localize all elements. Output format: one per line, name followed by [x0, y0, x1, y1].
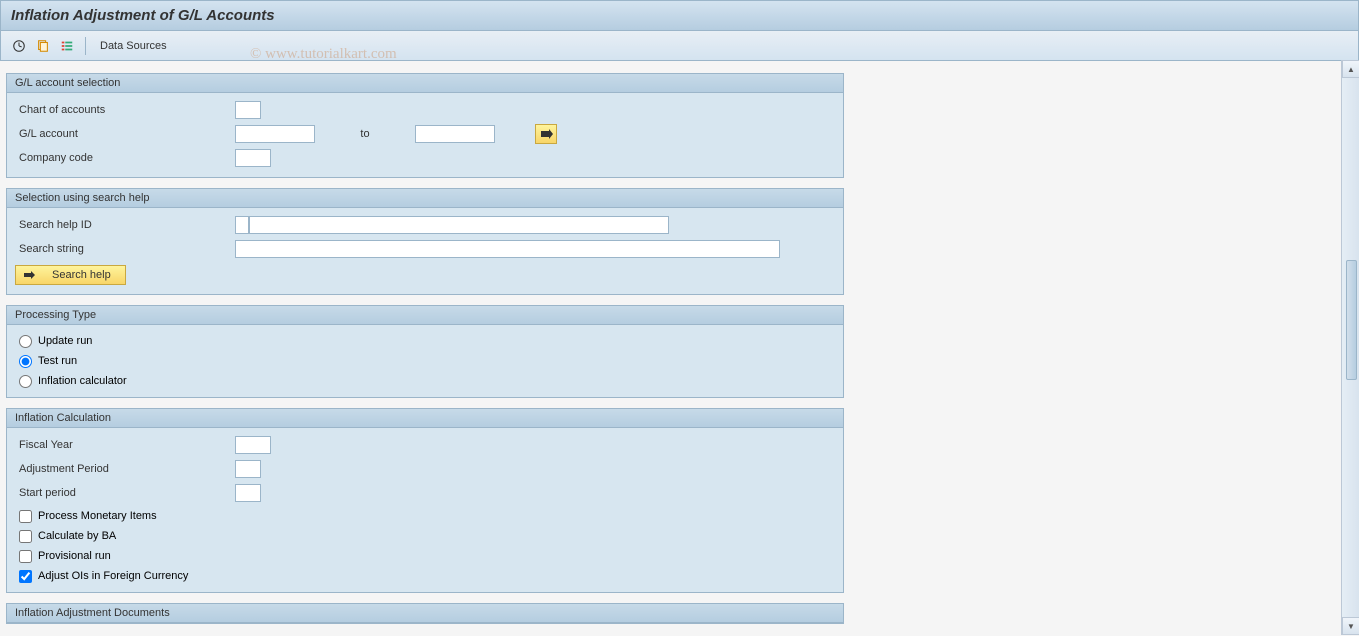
scroll-up-arrow[interactable]: ▲ [1342, 60, 1359, 78]
variant-icon[interactable] [33, 36, 53, 56]
label-adjustment-period: Adjustment Period [15, 463, 235, 475]
group-inflation-calculation: Inflation Calculation Fiscal Year Adjust… [6, 408, 844, 593]
checkbox-provisional-run[interactable] [19, 550, 32, 563]
group-processing-type: Processing Type Update run Test run Infl… [6, 305, 844, 398]
vertical-scrollbar[interactable]: ▲ ▼ [1341, 60, 1359, 635]
input-fiscal-year[interactable] [235, 436, 271, 454]
label-test-run: Test run [38, 355, 77, 367]
input-company-code[interactable] [235, 149, 271, 167]
label-provisional-run: Provisional run [38, 550, 111, 562]
main-panel: G/L account selection Chart of accounts … [0, 61, 850, 636]
radio-update-run[interactable] [19, 335, 32, 348]
label-calculate-ba: Calculate by BA [38, 530, 116, 542]
toolbar: Data Sources [0, 31, 1359, 61]
list-icon[interactable] [57, 36, 77, 56]
group-gl-selection-header: G/L account selection [7, 74, 843, 93]
input-start-period[interactable] [235, 484, 261, 502]
checkbox-calculate-ba[interactable] [19, 530, 32, 543]
data-sources-label[interactable]: Data Sources [94, 40, 173, 52]
input-gl-account-from[interactable] [235, 125, 315, 143]
scroll-down-arrow[interactable]: ▼ [1342, 617, 1359, 635]
input-adjustment-period[interactable] [235, 460, 261, 478]
label-gl-account: G/L account [15, 128, 235, 140]
radio-inflation-calculator[interactable] [19, 375, 32, 388]
checkbox-process-monetary[interactable] [19, 510, 32, 523]
label-company-code: Company code [15, 152, 235, 164]
input-gl-account-to[interactable] [415, 125, 495, 143]
radio-test-run[interactable] [19, 355, 32, 368]
label-fiscal-year: Fiscal Year [15, 439, 235, 451]
label-to: to [315, 128, 415, 140]
group-inflation-calculation-header: Inflation Calculation [7, 409, 843, 428]
group-gl-selection: G/L account selection Chart of accounts … [6, 73, 844, 178]
input-search-help-id[interactable] [249, 216, 669, 234]
input-chart-of-accounts[interactable] [235, 101, 261, 119]
checkbox-adjust-ois[interactable] [19, 570, 32, 583]
input-search-help-id-short[interactable] [235, 216, 249, 234]
search-help-button[interactable]: Search help [15, 265, 126, 285]
label-search-string: Search string [15, 243, 235, 255]
page-title: Inflation Adjustment of G/L Accounts [0, 0, 1359, 31]
group-search-help-header: Selection using search help [7, 189, 843, 208]
group-inflation-documents-header: Inflation Adjustment Documents [7, 604, 843, 623]
scroll-thumb[interactable] [1346, 260, 1357, 380]
label-adjust-ois: Adjust OIs in Foreign Currency [38, 570, 188, 582]
group-processing-type-header: Processing Type [7, 306, 843, 325]
content-area: G/L account selection Chart of accounts … [0, 61, 1359, 636]
label-search-help-id: Search help ID [15, 219, 235, 231]
page-title-text: Inflation Adjustment of G/L Accounts [11, 7, 275, 24]
multi-selection-button[interactable] [535, 124, 557, 144]
label-chart-of-accounts: Chart of accounts [15, 104, 235, 116]
label-inflation-calculator: Inflation calculator [38, 375, 127, 387]
input-search-string[interactable] [235, 240, 780, 258]
search-help-button-label: Search help [52, 269, 111, 281]
group-inflation-documents: Inflation Adjustment Documents [6, 603, 844, 624]
label-start-period: Start period [15, 487, 235, 499]
label-update-run: Update run [38, 335, 92, 347]
execute-icon[interactable] [9, 36, 29, 56]
label-process-monetary: Process Monetary Items [38, 510, 157, 522]
group-search-help: Selection using search help Search help … [6, 188, 844, 295]
toolbar-separator [85, 37, 86, 55]
